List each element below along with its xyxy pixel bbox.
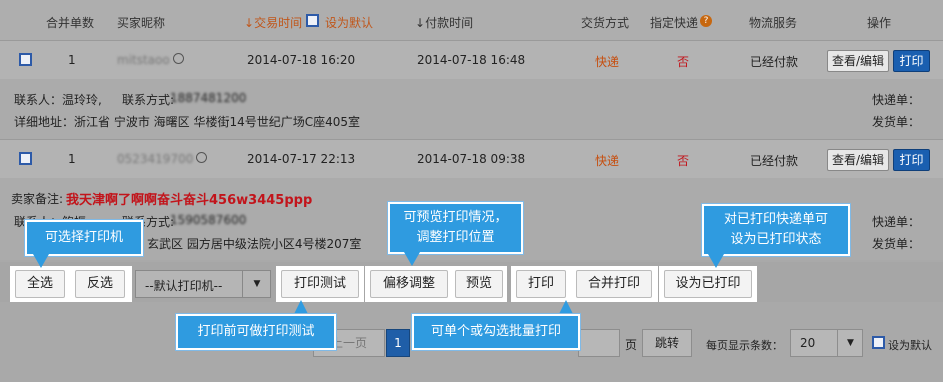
address: 玄武区 园方居中级法院小区4号楼207室: [147, 237, 362, 251]
page-unit: 页: [625, 338, 638, 352]
address: 详细地址：浙江省 宁波市 海曙区 华楼街14号世纪广场C座405室: [14, 115, 360, 129]
callout-choose-printer: 可选择打印机: [25, 220, 143, 256]
express-flag: 否: [677, 154, 690, 168]
buyer-name: mitstaoo: [117, 53, 170, 67]
seller-note-value: 我天津啊了啊啊奋斗奋斗456w3445ppp: [66, 193, 313, 208]
preview-button[interactable]: 预览: [455, 270, 503, 298]
table-row: 1 0523419700 2014-07-17 22:13 2014-07-18…: [0, 139, 943, 179]
pay-time: 2014-07-18 09:38: [417, 152, 526, 166]
row-checkbox[interactable]: [19, 53, 32, 66]
phone-value: 1590587600: [170, 213, 247, 227]
wangwang-icon[interactable]: [196, 152, 207, 163]
sort-trade-time[interactable]: ↓交易时间: [244, 14, 302, 31]
set-default-checkbox-pager[interactable]: [872, 336, 885, 349]
jump-button[interactable]: 跳转: [642, 329, 692, 357]
contact-name: 联系人：温玲玲,: [14, 93, 102, 107]
view-edit-button[interactable]: 查看/编辑: [827, 149, 889, 171]
callout-tail: [33, 254, 49, 268]
trade-time: 2014-07-18 16:20: [247, 53, 356, 67]
per-page-label: 每页显示条数：: [706, 339, 783, 352]
per-page-select[interactable]: 20 ▼: [790, 329, 863, 357]
callout-tail: [708, 254, 724, 268]
view-edit-button[interactable]: 查看/编辑: [827, 50, 889, 72]
page-1-button[interactable]: 1: [386, 329, 410, 357]
merge-count: 1: [68, 53, 76, 67]
sort-pay-time[interactable]: ↓付款时间: [415, 14, 473, 31]
set-default-label: 设为默认: [325, 16, 374, 30]
set-default-label-pager: 设为默认: [888, 339, 932, 352]
toolbar-print-button[interactable]: 打印: [516, 270, 566, 298]
phone-label: 联系方式:: [122, 93, 175, 107]
callout-mark-printed: 对已打印快递单可 设为已打印状态: [702, 204, 850, 256]
callout-print-test: 打印前可做打印测试: [176, 314, 336, 350]
delivery-method: 快递: [595, 55, 620, 69]
ship-no-label: 发货单：: [872, 237, 921, 251]
table-header: 合并单数 买家昵称 ↓交易时间 设为默认 ↓付款时间 交货方式 指定快递 ? 物…: [0, 0, 943, 40]
printer-select[interactable]: --默认打印机-- ▼: [135, 270, 271, 298]
set-default-checkbox-header[interactable]: [306, 14, 319, 27]
row-checkbox[interactable]: [19, 152, 32, 165]
select-all-button[interactable]: 全选: [15, 270, 65, 298]
buyer-name: 0523419700: [117, 152, 194, 166]
merge-count: 1: [68, 152, 76, 166]
table-row: 1 mitstaoo 2014-07-18 16:20 2014-07-18 1…: [0, 40, 943, 80]
col-express: 指定快递: [650, 16, 699, 30]
printer-select-value: --默认打印机--: [145, 279, 223, 293]
logistics-status: 已经付款: [750, 154, 799, 168]
pay-time: 2014-07-18 16:48: [417, 53, 526, 67]
print-button[interactable]: 打印: [893, 149, 930, 171]
ship-no-label: 发货单：: [872, 115, 921, 129]
print-button[interactable]: 打印: [893, 50, 930, 72]
col-delivery: 交货方式: [581, 16, 630, 30]
express-no-label: 快递单：: [872, 215, 921, 229]
merge-print-button[interactable]: 合并打印: [576, 270, 652, 298]
logistics-status: 已经付款: [750, 55, 799, 69]
per-page-value: 20: [800, 336, 816, 350]
chevron-down-icon[interactable]: ▼: [242, 271, 271, 297]
trade-time: 2014-07-17 22:13: [247, 152, 356, 166]
mark-printed-button[interactable]: 设为已打印: [664, 270, 752, 298]
wangwang-icon[interactable]: [173, 53, 184, 64]
callout-tail: [404, 252, 420, 266]
order-detail: 联系人：温玲玲, 联系方式: 1887481200 详细地址：浙江省 宁波市 海…: [0, 79, 943, 139]
page-input[interactable]: [578, 329, 620, 357]
callout-preview: 可预览打印情况， 调整打印位置: [388, 202, 523, 254]
offset-adjust-button[interactable]: 偏移调整: [370, 270, 448, 298]
col-buyer: 买家昵称: [117, 16, 166, 30]
seller-note-label: 卖家备注:: [11, 192, 64, 206]
print-test-button[interactable]: 打印测试: [281, 270, 359, 298]
col-merge-count: 合并单数: [46, 16, 95, 30]
col-action: 操作: [867, 16, 892, 30]
chevron-down-icon[interactable]: ▼: [837, 330, 863, 356]
col-logistics: 物流服务: [749, 16, 798, 30]
invert-select-button[interactable]: 反选: [75, 270, 125, 298]
delivery-method: 快递: [595, 154, 620, 168]
help-icon[interactable]: ?: [700, 15, 712, 27]
express-flag: 否: [677, 55, 690, 69]
express-no-label: 快递单：: [872, 93, 921, 107]
callout-batch-print: 可单个或勾选批量打印: [412, 314, 580, 350]
phone-value: 1887481200: [170, 91, 247, 105]
